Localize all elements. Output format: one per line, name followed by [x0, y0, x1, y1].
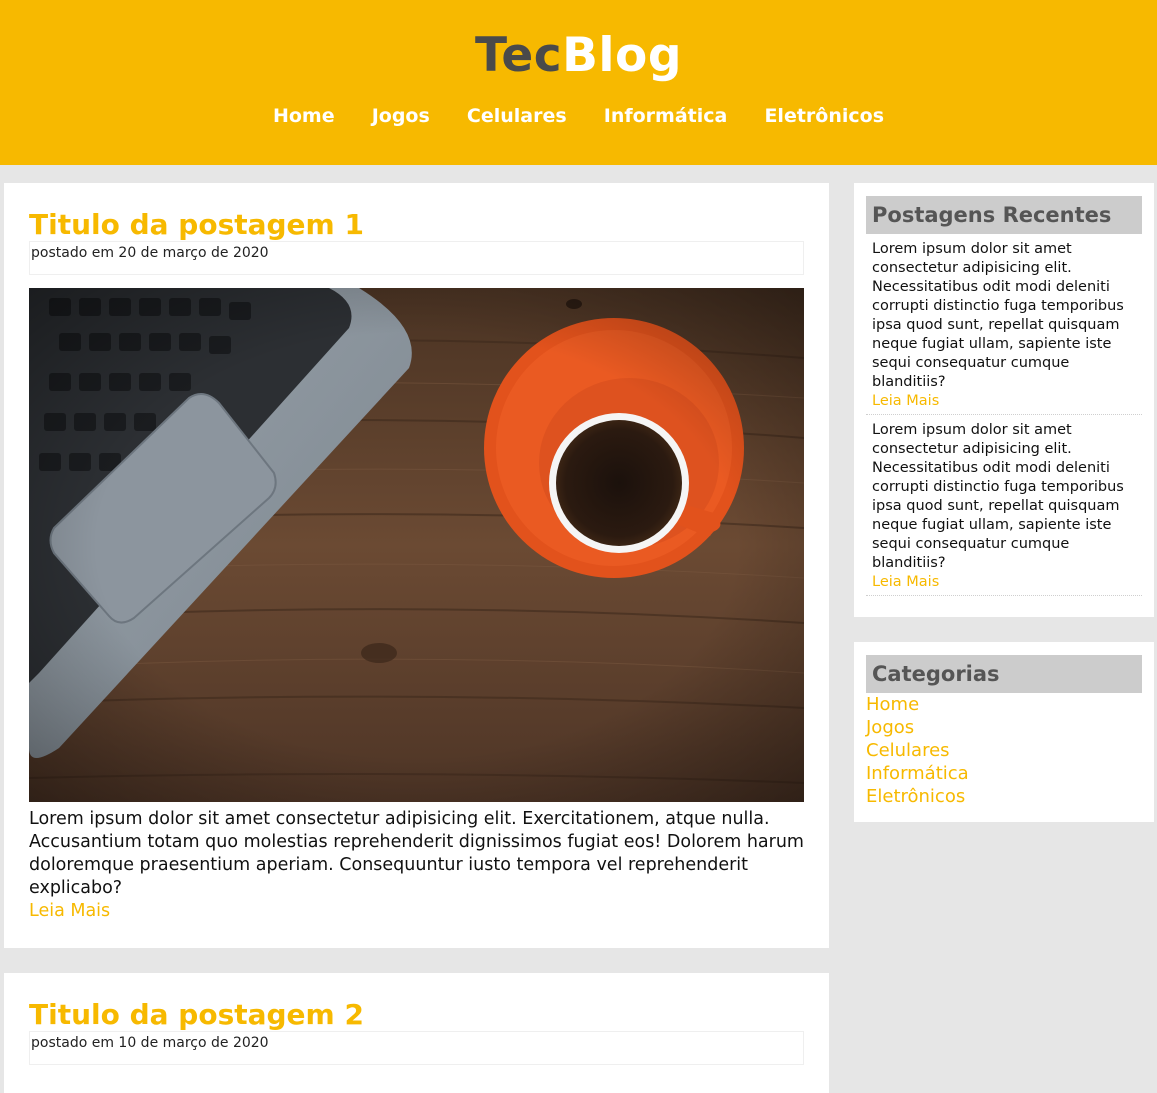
recent-post-text: Lorem ipsum dolor sit amet consectetur a… — [872, 241, 1124, 390]
recent-post-item: Lorem ipsum dolor sit amet consectetur a… — [866, 415, 1142, 596]
post-date: postado em 10 de março de 2020 — [29, 1031, 804, 1065]
categories-list: Home Jogos Celulares Informática Eletrôn… — [866, 693, 1142, 808]
logo-text-tec: Tec — [475, 28, 563, 83]
category-eletronicos[interactable]: Eletrônicos — [866, 786, 965, 807]
nav-celulares[interactable]: Celulares — [467, 105, 567, 127]
nav-home[interactable]: Home — [273, 105, 335, 127]
nav-eletronicos[interactable]: Eletrônicos — [764, 105, 884, 127]
site-header: TecBlog Home Jogos Celulares Informática… — [0, 0, 1157, 165]
recent-posts-heading: Postagens Recentes — [866, 196, 1142, 234]
post-excerpt: Lorem ipsum dolor sit amet consectetur a… — [29, 809, 804, 898]
recent-post-read-more[interactable]: Leia Mais — [872, 573, 1136, 592]
site-logo[interactable]: TecBlog — [0, 28, 1157, 84]
category-jogos[interactable]: Jogos — [866, 717, 914, 738]
post-title[interactable]: Titulo da postagem 1 — [29, 207, 804, 243]
recent-post-text: Lorem ipsum dolor sit amet consectetur a… — [872, 422, 1124, 571]
nav-informatica[interactable]: Informática — [604, 105, 728, 127]
logo-text-blog: Blog — [562, 28, 682, 83]
recent-posts-widget: Postagens Recentes Lorem ipsum dolor sit… — [854, 183, 1154, 617]
categories-heading: Categorias — [866, 655, 1142, 693]
post-card: Titulo da postagem 1 postado em 20 de ma… — [4, 183, 829, 948]
main-nav: Home Jogos Celulares Informática Eletrôn… — [0, 105, 1157, 127]
post-image — [29, 288, 804, 802]
nav-jogos[interactable]: Jogos — [372, 105, 430, 127]
post-title[interactable]: Titulo da postagem 2 — [29, 997, 804, 1033]
recent-post-read-more[interactable]: Leia Mais — [872, 392, 1136, 411]
recent-post-item: Lorem ipsum dolor sit amet consectetur a… — [866, 234, 1142, 415]
post-date: postado em 20 de março de 2020 — [29, 241, 804, 275]
category-celulares[interactable]: Celulares — [866, 740, 950, 761]
post-card: Titulo da postagem 2 postado em 10 de ma… — [4, 973, 829, 1093]
category-informatica[interactable]: Informática — [866, 763, 969, 784]
category-home[interactable]: Home — [866, 694, 919, 715]
read-more-link[interactable]: Leia Mais — [29, 900, 804, 923]
categories-widget: Categorias Home Jogos Celulares Informát… — [854, 642, 1154, 822]
